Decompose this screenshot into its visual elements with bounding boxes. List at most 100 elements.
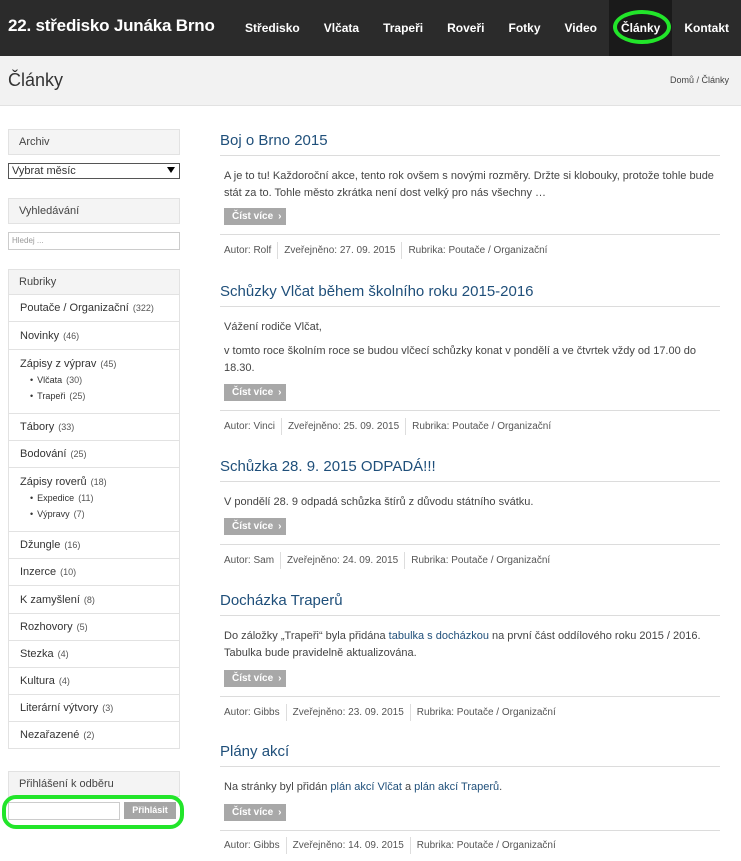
post-paragraph: Na stránky byl přidán plán akcí Vlčat a …: [224, 779, 714, 796]
post-divider: [220, 830, 720, 831]
category-count: (322): [132, 303, 154, 313]
category-item[interactable]: Literární výtvory (3): [9, 695, 179, 722]
category-item[interactable]: Stezka (4): [9, 641, 179, 668]
subcategory-item[interactable]: Trapeři(25): [20, 388, 179, 404]
category-item[interactable]: Zápisy z výprav(45) Vlčata(30) Trapeři(2…: [9, 350, 179, 414]
category-item[interactable]: Kultura (4): [9, 668, 179, 695]
trapper-plans-link[interactable]: plán akcí Traperů: [414, 781, 499, 793]
chevron-right-icon: ›: [278, 211, 282, 222]
subscribe-widget-title: Přihlášení k odběru: [8, 771, 180, 797]
post-paragraph: Vážení rodiče Vlčat,: [224, 321, 322, 333]
category-count: (4): [58, 676, 70, 686]
nav-item-clanky[interactable]: Články: [608, 0, 673, 56]
category-item[interactable]: Inzerce (10): [9, 559, 179, 586]
meta-separator: [409, 704, 411, 721]
subcategory-count: (25): [69, 391, 86, 401]
nav-item-video[interactable]: Video: [553, 0, 609, 56]
category-item[interactable]: Bodování (25): [9, 441, 179, 468]
post-date: Zveřejněno: 23. 09. 2015: [292, 707, 404, 718]
read-more-button[interactable]: Číst více ›: [224, 670, 286, 687]
post-divider: [220, 544, 720, 545]
read-more-button[interactable]: Číst více ›: [224, 208, 286, 225]
post-divider: [220, 410, 720, 411]
attendance-table-link[interactable]: tabulka s docházkou: [389, 630, 489, 642]
subcategory-item[interactable]: Expedice(11): [20, 490, 179, 506]
subcategory-name: Trapeři: [37, 391, 66, 401]
post-title[interactable]: Docházka Traperů: [220, 592, 343, 609]
subcategory-name: Výpravy: [37, 509, 70, 519]
post-category[interactable]: Rubrika: Poutače / Organizační: [411, 555, 550, 566]
read-more-button[interactable]: Číst více ›: [224, 384, 286, 401]
post-text-segment: a: [401, 781, 415, 793]
post-text-segment: Do záložky „Trapeři“ byla přidána: [224, 630, 389, 642]
category-count: (3): [102, 703, 114, 713]
post-excerpt: Vážení rodiče Vlčat, v tomto roce školní…: [224, 319, 714, 377]
post-category[interactable]: Rubrika: Poutače / Organizační: [417, 840, 556, 851]
category-count: (18): [90, 477, 107, 487]
post-author: Autor: Gibbs: [224, 707, 280, 718]
category-item[interactable]: Nezařazené (2): [9, 722, 179, 749]
meta-separator: [409, 837, 411, 854]
post-author: Autor: Gibbs: [224, 840, 280, 851]
site-brand[interactable]: 22. středisko Junáka Brno: [8, 16, 215, 36]
meta-separator: [285, 704, 287, 721]
category-item[interactable]: Novinky (46): [9, 322, 179, 350]
post-paragraph: V pondělí 28. 9 odpadá schůzka štírů z d…: [224, 496, 534, 508]
page-title-bar: Články Domů / Články: [0, 56, 741, 106]
category-item[interactable]: Rozhovory (5): [9, 614, 179, 641]
nav-item-roveri[interactable]: Roveři: [435, 0, 496, 56]
post-excerpt: A je to tu! Každoroční akce, tento rok o…: [224, 168, 714, 202]
post-paragraph: Do záložky „Trapeři“ byla přidána tabulk…: [224, 628, 714, 662]
post-meta: Autor: Vinci Zveřejněno: 25. 09. 2015 Ru…: [224, 418, 551, 435]
post-author: Autor: Sam: [224, 555, 275, 566]
post-category[interactable]: Rubrika: Poutače / Organizační: [412, 421, 551, 432]
category-item[interactable]: Džungle (16): [9, 532, 179, 559]
category-count: (10): [60, 567, 77, 577]
categories-widget-title: Rubriky: [8, 269, 180, 295]
read-more-button[interactable]: Číst více ›: [224, 804, 286, 821]
subcategory-count: (30): [66, 375, 83, 385]
subcategory-count: (7): [73, 509, 85, 519]
breadcrumb-home-link[interactable]: Domů: [670, 75, 694, 85]
post-date: Zveřejněno: 24. 09. 2015: [287, 555, 399, 566]
post-divider: [220, 615, 720, 616]
search-input[interactable]: Hledej ...: [8, 232, 180, 250]
category-item[interactable]: Tábory (33): [9, 414, 179, 441]
month-select[interactable]: Vybrat měsíc: [8, 163, 180, 179]
post-category[interactable]: Rubrika: Poutače / Organizační: [417, 707, 556, 718]
category-name: Poutače / Organizační: [20, 302, 129, 314]
category-item[interactable]: K zamyšlení (8): [9, 586, 179, 614]
post-meta: Autor: Gibbs Zveřejněno: 23. 09. 2015 Ru…: [224, 704, 556, 721]
post-title[interactable]: Boj o Brno 2015: [220, 132, 328, 149]
archive-widget-title: Archiv: [8, 129, 180, 155]
category-item[interactable]: Poutače / Organizační (322): [9, 295, 179, 322]
read-more-button[interactable]: Číst více ›: [224, 518, 286, 535]
post-divider: [220, 234, 720, 235]
subcategory-item[interactable]: Výpravy(7): [20, 506, 179, 522]
category-name: Kultura: [20, 675, 55, 687]
post-title[interactable]: Schůzky Vlčat během školního roku 2015-2…: [220, 283, 534, 300]
post-divider: [220, 306, 720, 307]
post-title[interactable]: Plány akcí: [220, 743, 289, 760]
nav-item-traperi[interactable]: Trapeři: [371, 0, 435, 56]
post-category[interactable]: Rubrika: Poutače / Organizační: [408, 245, 547, 256]
subcategory-name: Vlčata: [37, 375, 63, 385]
category-item[interactable]: Zápisy roverů(18) Expedice(11) Výpravy(7…: [9, 468, 179, 532]
month-select-value: Vybrat měsíc: [12, 165, 76, 177]
post-text-segment: .: [499, 781, 503, 793]
nav-item-vlcata[interactable]: Vlčata: [312, 0, 371, 56]
post-divider: [220, 766, 720, 767]
nav-item-fotky[interactable]: Fotky: [496, 0, 552, 56]
nav-item-stredisko[interactable]: Středisko: [233, 0, 312, 56]
highlight-outline: [2, 795, 184, 829]
post-title[interactable]: Schůzka 28. 9. 2015 ODPADÁ!!!: [220, 458, 436, 475]
chevron-right-icon: ›: [278, 807, 282, 818]
read-more-label: Číst více: [232, 807, 274, 818]
subcategory-item[interactable]: Vlčata(30): [20, 372, 179, 388]
post-paragraph: A je to tu! Každoroční akce, tento rok o…: [224, 170, 714, 199]
search-widget-title: Vyhledávání: [8, 198, 180, 224]
cub-plans-link[interactable]: plán akcí Vlčat: [330, 781, 402, 793]
main-nav: Středisko Vlčata Trapeři Roveři Fotky Vi…: [233, 0, 741, 56]
search-placeholder: Hledej ...: [12, 236, 44, 245]
nav-item-kontakt[interactable]: Kontakt: [672, 0, 741, 56]
